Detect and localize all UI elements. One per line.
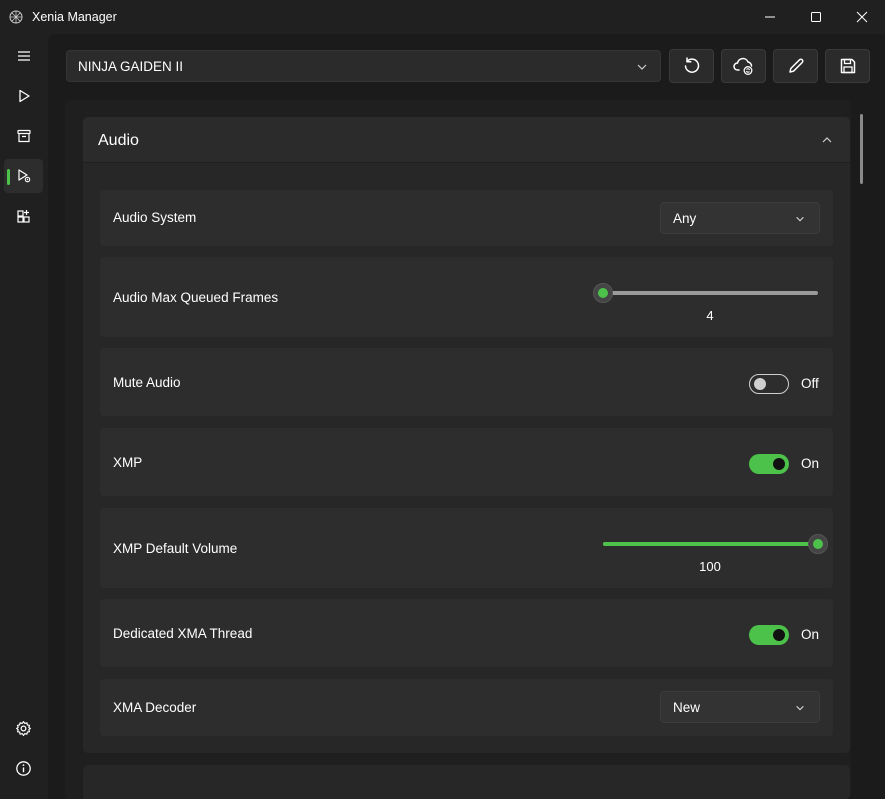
xmp-toggle[interactable] [749, 454, 789, 474]
slider-thumb[interactable] [593, 283, 613, 303]
chevron-down-icon [796, 705, 804, 711]
max-queued-frames-slider[interactable] [593, 283, 818, 303]
xma-decoder-select[interactable]: New [660, 691, 820, 723]
maximize-icon [811, 12, 821, 22]
xma-decoder-label: XMA Decoder [113, 700, 197, 715]
max-queued-frames-label: Audio Max Queued Frames [113, 290, 279, 305]
toggle-knob [754, 378, 766, 390]
chevron-down-icon [637, 64, 647, 70]
chevron-up-icon [822, 137, 832, 143]
side-nav [0, 34, 48, 799]
nav-play-button[interactable] [4, 79, 43, 113]
nav-about-button[interactable] [4, 751, 43, 785]
dedicated-xma-toggle[interactable] [749, 625, 789, 645]
toggle-knob [773, 458, 785, 470]
toggle-knob [773, 629, 785, 641]
gear-icon [16, 720, 31, 736]
active-indicator [7, 169, 10, 185]
mute-audio-state: Off [801, 376, 819, 391]
game-select-dropdown[interactable]: NINJA GAIDEN II [66, 50, 661, 82]
nav-library-button[interactable] [4, 119, 43, 153]
audio-section: Audio Audio System Any Audio Max Queued … [83, 117, 850, 753]
reset-icon [684, 57, 699, 73]
minimize-icon [765, 16, 775, 18]
close-button[interactable] [839, 0, 885, 34]
xmp-row: XMP On [100, 428, 833, 496]
hamburger-icon [17, 51, 30, 61]
xma-decoder-row: XMA Decoder New [100, 679, 833, 736]
settings-panel: Audio Audio System Any Audio Max Queued … [65, 100, 851, 799]
title-bar: Xenia Manager [0, 0, 885, 34]
slider-fill [603, 542, 818, 546]
xmp-volume-row: XMP Default Volume 100 [100, 508, 833, 588]
max-queued-frames-row: Audio Max Queued Frames 4 [100, 257, 833, 337]
max-queued-frames-value: 4 [706, 308, 714, 323]
archive-icon [16, 129, 31, 143]
nav-menu-button[interactable] [4, 39, 43, 73]
audio-system-row: Audio System Any [100, 190, 833, 246]
save-icon [840, 58, 855, 74]
audio-system-select[interactable]: Any [660, 202, 820, 234]
dedicated-xma-state: On [801, 627, 820, 642]
selected-game: NINJA GAIDEN II [78, 59, 184, 74]
maximize-button[interactable] [793, 0, 839, 34]
cloud-sync-button[interactable] [721, 49, 766, 83]
edit-button[interactable] [773, 49, 818, 83]
dedicated-xma-row: Dedicated XMA Thread On [100, 599, 833, 667]
reset-button[interactable] [669, 49, 714, 83]
window-title: Xenia Manager [32, 10, 117, 24]
cloud-sync-icon [732, 57, 752, 75]
app-logo-icon [9, 10, 23, 24]
next-section-header[interactable] [83, 765, 850, 799]
mute-audio-row: Mute Audio Off [100, 348, 833, 416]
mute-audio-label: Mute Audio [113, 375, 181, 390]
info-icon [16, 760, 31, 776]
dedicated-xma-label: Dedicated XMA Thread [113, 626, 253, 641]
xmp-volume-label: XMP Default Volume [113, 541, 238, 556]
game-settings-icon [17, 169, 30, 183]
audio-system-value: Any [673, 211, 697, 226]
nav-settings-button[interactable] [4, 711, 43, 745]
chevron-down-icon [796, 216, 804, 222]
audio-section-header[interactable]: Audio [83, 117, 850, 163]
nav-manage-button[interactable] [4, 159, 43, 193]
xmp-volume-slider[interactable] [603, 534, 828, 554]
audio-system-label: Audio System [113, 210, 197, 225]
section-title: Audio [98, 132, 139, 149]
xmp-label: XMP [113, 455, 143, 470]
edit-icon [788, 58, 803, 73]
xmp-volume-value: 100 [699, 559, 721, 574]
nav-addons-button[interactable] [4, 199, 43, 233]
main-content: NINJA GAIDEN II Audio Audio System Any A… [48, 34, 885, 799]
mute-audio-toggle[interactable] [749, 374, 789, 394]
slider-thumb[interactable] [808, 534, 828, 554]
play-icon [18, 89, 30, 103]
grid-add-icon [16, 210, 30, 223]
save-button[interactable] [825, 49, 870, 83]
xma-decoder-value: New [673, 700, 701, 715]
xmp-state: On [801, 456, 820, 471]
scrollbar[interactable] [860, 114, 863, 184]
close-icon [856, 11, 868, 23]
minimize-button[interactable] [747, 0, 793, 34]
